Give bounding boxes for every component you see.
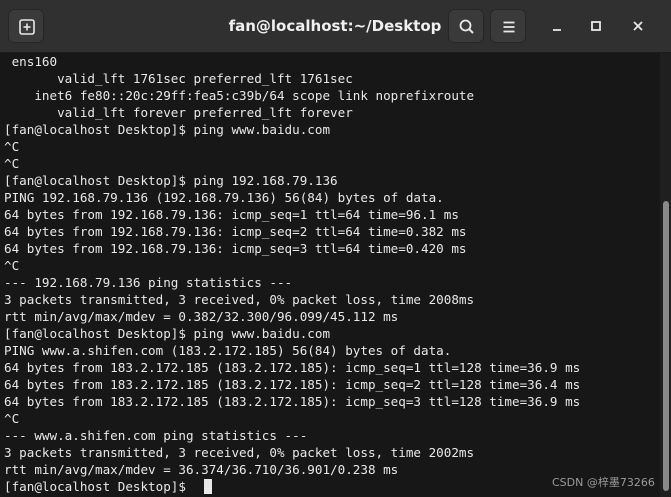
terminal-output[interactable]: ens160 valid_lft 1761sec preferred_lft 1… [0,53,660,497]
terminal-line: 3 packets transmitted, 3 received, 0% pa… [4,292,475,307]
terminal-line: 64 bytes from 192.168.79.136: icmp_seq=1… [4,207,459,222]
terminal-line: PING 192.168.79.136 (192.168.79.136) 56(… [4,190,444,205]
new-tab-icon [19,19,35,35]
terminal-line: inet6 fe80::20c:29ff:fea5:c39b/64 scope … [4,88,475,103]
vertical-scrollbar[interactable] [660,53,671,497]
terminal-line: 64 bytes from 192.168.79.136: icmp_seq=2… [4,224,467,239]
terminal-line: [fan@localhost Desktop]$ ping www.baidu.… [4,122,331,137]
watermark: CSDN @梓墨73266 [552,476,655,489]
hamburger-menu-icon [503,21,515,33]
terminal-line: ^C [4,411,20,426]
close-icon [633,21,643,31]
terminal-line: [fan@localhost Desktop]$ ping 192.168.79… [4,173,338,188]
terminal-line: 64 bytes from 183.2.172.185 (183.2.172.1… [4,394,581,409]
terminal-line: rtt min/avg/max/mdev = 0.382/32.300/96.0… [4,309,399,324]
terminal-line: ^C [4,258,20,273]
menu-button[interactable] [490,9,526,43]
minimize-icon [553,29,561,31]
terminal-line: PING www.a.shifen.com (183.2.172.185) 56… [4,343,452,358]
terminal-line: ^C [4,156,20,171]
terminal-prompt-line: [fan@localhost Desktop]$ [4,479,194,494]
title-bar: fan@localhost:~/Desktop [0,0,671,53]
terminal-line: rtt min/avg/max/mdev = 36.374/36.710/36.… [4,462,399,477]
terminal-line: --- 192.168.79.136 ping statistics --- [4,275,293,290]
maximize-button[interactable] [584,14,608,38]
terminal-line: 64 bytes from 192.168.79.136: icmp_seq=3… [4,241,467,256]
terminal-line: valid_lft forever preferred_lft forever [4,105,353,120]
terminal-line: [fan@localhost Desktop]$ ping www.baidu.… [4,326,331,341]
search-button[interactable] [448,9,484,43]
text-cursor [204,479,212,494]
scrollbar-thumb[interactable] [663,201,669,491]
terminal-window: fan@localhost:~/Desktop ens160 valid_lft… [0,0,671,497]
terminal-line: ^C [4,139,20,154]
maximize-icon [591,21,601,31]
terminal-line: 64 bytes from 183.2.172.185 (183.2.172.1… [4,377,581,392]
terminal-line: 64 bytes from 183.2.172.185 (183.2.172.1… [4,360,581,375]
new-tab-button[interactable] [8,9,44,43]
terminal-line: valid_lft 1761sec preferred_lft 1761sec [4,71,353,86]
terminal-line: ens160 [4,54,58,69]
terminal-line: 3 packets transmitted, 3 received, 0% pa… [4,445,475,460]
search-icon [459,19,474,34]
minimize-button[interactable] [545,14,569,38]
close-button[interactable] [626,14,650,38]
terminal-line: --- www.a.shifen.com ping statistics --- [4,428,308,443]
